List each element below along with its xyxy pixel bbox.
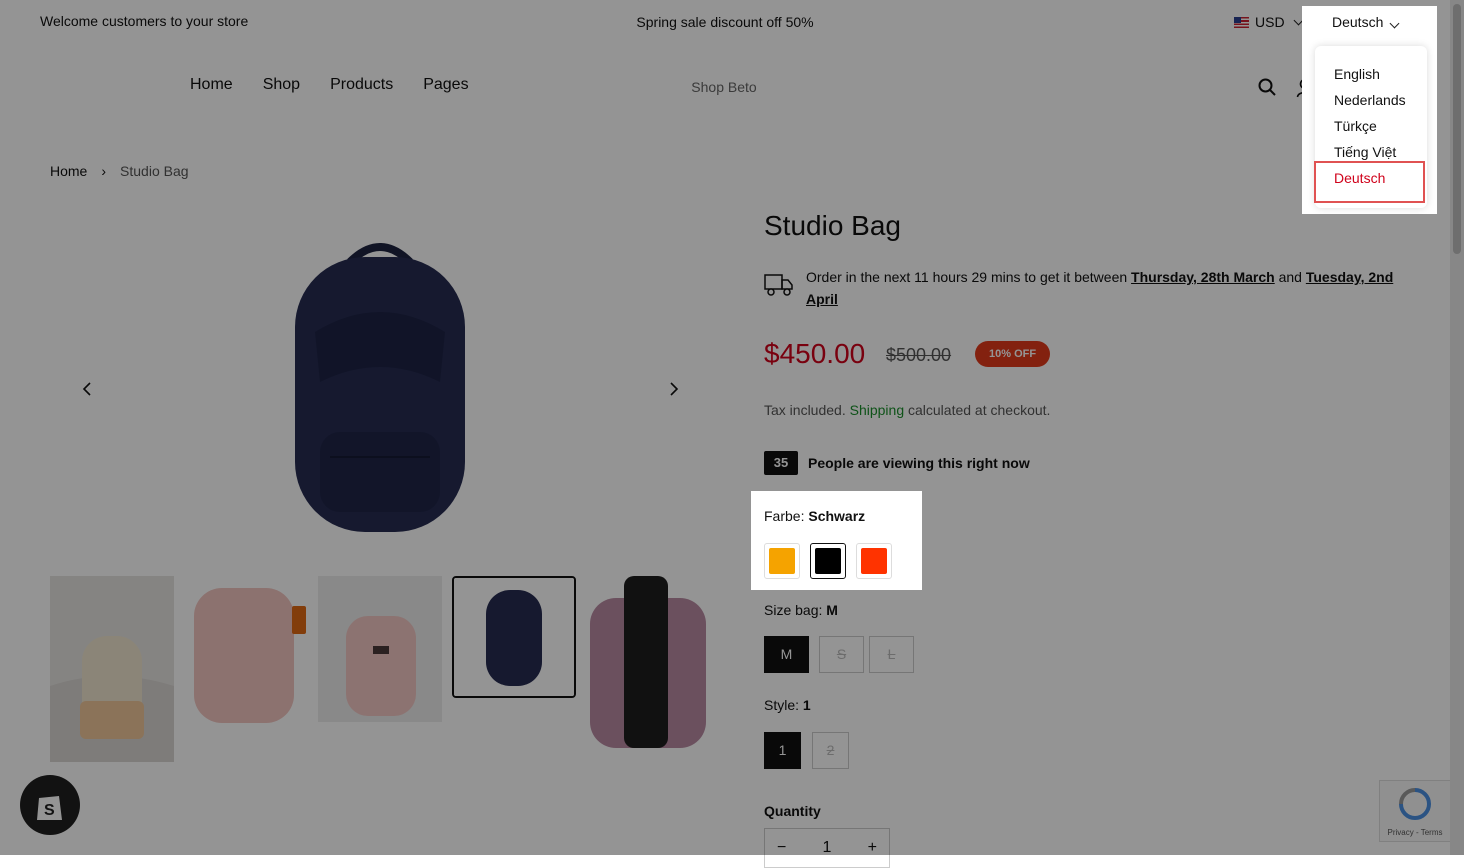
swatch-fill: [815, 548, 841, 574]
language-selector[interactable]: Deutsch: [1332, 14, 1400, 30]
language-selection-highlight: [1314, 161, 1425, 203]
delivery-and: and: [1274, 269, 1306, 285]
svg-text:S: S: [44, 802, 55, 819]
color-value: Schwarz: [808, 508, 866, 524]
breadcrumb-current: Studio Bag: [120, 163, 189, 179]
color-swatch-red[interactable]: [856, 543, 892, 579]
delivery-truck-icon: [764, 274, 793, 296]
style-option-label: Style: 1: [764, 697, 811, 713]
size-l-button[interactable]: L: [869, 636, 914, 673]
size-m-button[interactable]: M: [764, 636, 809, 673]
nav-products[interactable]: Products: [330, 76, 393, 94]
breadcrumb: Home › Studio Bag: [50, 163, 189, 179]
announcement-bar: Welcome customers to your store Spring s…: [0, 0, 1464, 44]
delivery-prefix: Order in the next 11 hours 29 mins to ge…: [806, 269, 1132, 285]
color-swatch-orange[interactable]: [764, 543, 800, 579]
shipping-link[interactable]: Shipping: [850, 402, 905, 418]
size-label: Size bag:: [764, 602, 827, 618]
language-option-turkce[interactable]: Türkçe: [1334, 118, 1377, 134]
delivery-date-start: Thursday, 28th March: [1131, 269, 1275, 285]
compare-price: $500.00: [886, 345, 952, 365]
tax-note: Tax included. Shipping calculated at che…: [764, 402, 1050, 418]
quantity-decrease-button[interactable]: −: [777, 839, 786, 857]
currency-label: USD: [1255, 14, 1285, 30]
chevron-right-icon: [670, 382, 679, 396]
shopify-badge[interactable]: S: [20, 775, 80, 835]
size-value: M: [826, 602, 838, 618]
thumbnail-3[interactable]: [318, 576, 442, 762]
search-icon[interactable]: [1258, 78, 1276, 96]
recaptcha-text: Privacy - Terms: [1387, 828, 1443, 837]
thumbnail-2[interactable]: [184, 576, 308, 762]
language-option-english[interactable]: English: [1334, 66, 1380, 82]
chevron-left-icon: [82, 382, 91, 396]
thumbnail-5[interactable]: [586, 576, 710, 762]
chevron-down-icon: [1389, 18, 1400, 29]
us-flag-icon: [1234, 16, 1249, 28]
tax-prefix: Tax included.: [764, 402, 850, 418]
delivery-estimate: Order in the next 11 hours 29 mins to ge…: [806, 266, 1426, 310]
main-nav: Home Shop Products Pages: [190, 76, 469, 94]
recaptcha-icon: [1399, 788, 1431, 820]
nav-shop[interactable]: Shop: [263, 76, 300, 94]
scrollbar-thumb[interactable]: [1453, 4, 1461, 254]
size-option-label: Size bag: M: [764, 602, 838, 618]
viewers-count-badge: 35: [764, 451, 798, 475]
color-option-label: Farbe: Schwarz: [764, 508, 865, 524]
nav-pages[interactable]: Pages: [423, 76, 468, 94]
color-label: Farbe:: [764, 508, 809, 524]
thumbnail-4[interactable]: [452, 576, 576, 698]
currency-selector[interactable]: USD: [1234, 14, 1304, 30]
quantity-input[interactable]: 1: [823, 839, 832, 857]
breadcrumb-separator: ›: [101, 163, 107, 179]
style-1-button[interactable]: 1: [764, 732, 801, 769]
beige-backpack-image: [50, 576, 174, 762]
language-option-tieng-viet[interactable]: Tiếng Việt: [1334, 144, 1396, 160]
viewers-text: People are viewing this right now: [808, 455, 1030, 471]
product-price: $450.00: [764, 338, 866, 369]
breadcrumb-home[interactable]: Home: [50, 163, 87, 179]
size-s-button[interactable]: S: [819, 636, 864, 673]
navy-backpack-image: [454, 578, 574, 696]
quantity-increase-button[interactable]: +: [868, 839, 877, 857]
discount-badge: 10% OFF: [975, 341, 1051, 367]
style-2-button[interactable]: 2: [812, 732, 849, 769]
recaptcha-badge[interactable]: Privacy - Terms: [1379, 780, 1451, 842]
swatch-fill: [861, 548, 887, 574]
pink-backpack-image: [184, 576, 308, 762]
language-option-nederlands[interactable]: Nederlands: [1334, 92, 1406, 108]
black-backpack-image: [586, 576, 710, 762]
language-label: Deutsch: [1332, 14, 1384, 30]
promo-text: Spring sale discount off 50%: [636, 14, 814, 30]
style-label: Style:: [764, 697, 803, 713]
shopify-bag-icon: S: [37, 796, 62, 820]
color-swatch-black[interactable]: [810, 543, 846, 579]
gallery-next-button[interactable]: [667, 380, 681, 398]
product-main-image[interactable]: [280, 232, 480, 542]
store-logo[interactable]: Shop Beto: [650, 79, 798, 95]
gallery-prev-button[interactable]: [80, 380, 94, 398]
quantity-label: Quantity: [764, 803, 821, 819]
thumbnail-1[interactable]: [50, 576, 174, 762]
swatch-fill: [769, 548, 795, 574]
style-value: 1: [802, 697, 811, 713]
pink-backpack-front-image: [318, 576, 442, 722]
tax-suffix: calculated at checkout.: [904, 402, 1051, 418]
quantity-stepper: − 1 +: [764, 828, 890, 868]
nav-home[interactable]: Home: [190, 76, 233, 94]
product-title: Studio Bag: [764, 210, 901, 241]
